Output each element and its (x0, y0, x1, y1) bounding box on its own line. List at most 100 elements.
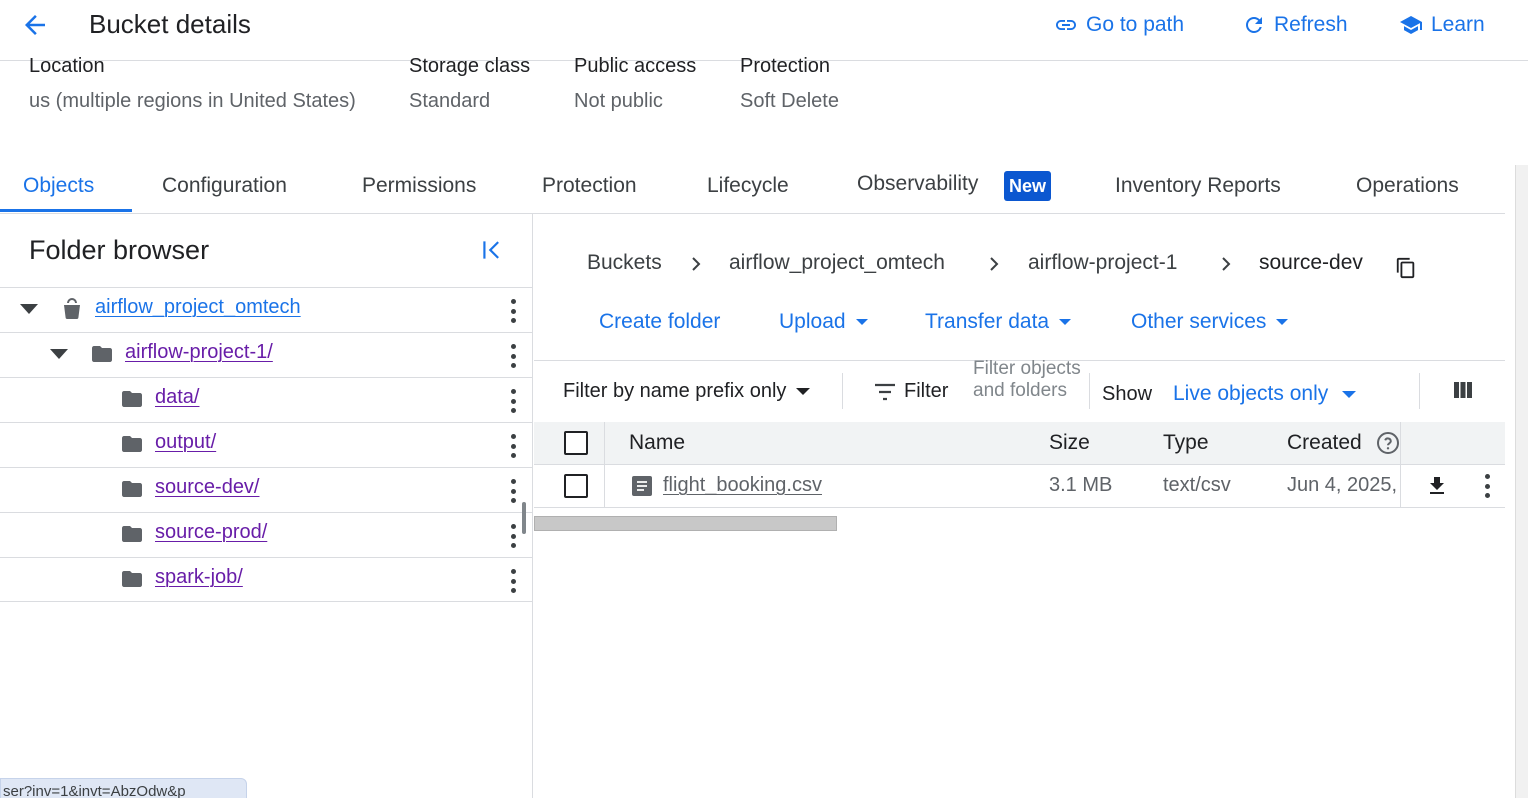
refresh-icon (1246, 17, 1262, 33)
tree-item-label[interactable]: source-prod/ (155, 521, 267, 544)
breadcrumb-buckets[interactable]: Buckets (587, 251, 662, 275)
chevron-right-icon (692, 257, 701, 271)
file-name-link[interactable]: flight_booking.csv (663, 474, 822, 497)
chevron-right-icon (990, 257, 999, 271)
show-value: Live objects only (1173, 382, 1329, 405)
tree-item-bucket[interactable]: airflow_project_omtech (0, 287, 532, 332)
tree-item-folder[interactable]: source-prod/ (0, 512, 532, 557)
tree-item-label[interactable]: spark-job/ (155, 566, 243, 589)
show-label: Show (1102, 383, 1153, 405)
divider (604, 422, 605, 465)
page-header: Bucket details Go to path Refresh Learn (0, 0, 1528, 61)
more-vert-icon[interactable] (510, 434, 516, 458)
upload-dropdown[interactable]: Upload (779, 310, 868, 334)
create-folder-label: Create folder (599, 310, 721, 333)
more-vert-icon[interactable] (1484, 474, 1490, 498)
link-url-tooltip: ser?inv=1&invt=AbzOdw&p (0, 778, 247, 798)
divider (1400, 465, 1401, 508)
school-icon (1400, 16, 1422, 34)
transfer-data-dropdown[interactable]: Transfer data (925, 310, 1072, 334)
other-services-dropdown[interactable]: Other services (1131, 310, 1289, 334)
storage-class-label: Storage class (409, 55, 531, 77)
tab-protection[interactable]: Protection (542, 174, 637, 198)
dropdown-arrow-icon (1059, 319, 1072, 325)
folder-icon (122, 526, 142, 542)
folder-browser-panel: Folder browser airflow_project_omtech ai… (0, 214, 533, 798)
file-icon (632, 476, 652, 496)
tree-item-label[interactable]: airflow_project_omtech (95, 296, 301, 319)
column-display-icon[interactable] (1453, 380, 1473, 400)
more-vert-icon[interactable] (510, 389, 516, 413)
show-objects-select[interactable]: Live objects only (1173, 382, 1357, 406)
filter-mode-label: Filter by name prefix only (563, 380, 787, 402)
tab-operations[interactable]: Operations (1356, 174, 1459, 198)
tab-bar: Objects Configuration Permissions Protec… (0, 160, 1505, 214)
tree-item-label[interactable]: source-dev/ (155, 476, 260, 499)
tree-item-label[interactable]: data/ (155, 386, 199, 409)
divider (1419, 373, 1420, 409)
panel-resize-handle[interactable] (522, 502, 526, 534)
tab-observability[interactable]: Observability (857, 172, 978, 196)
tree-item-folder[interactable]: source-dev/ (0, 467, 532, 512)
divider (1089, 373, 1090, 409)
tree-item-label[interactable]: airflow-project-1/ (125, 341, 273, 364)
divider (604, 465, 605, 508)
refresh-button[interactable]: Refresh (1242, 10, 1348, 40)
column-header-size[interactable]: Size (1049, 431, 1090, 455)
filter-icon (875, 383, 895, 401)
filter-input[interactable]: Filter objects and folders (973, 358, 1083, 424)
more-vert-icon[interactable] (510, 569, 516, 593)
download-icon[interactable] (1425, 474, 1449, 498)
chevron-right-icon (1222, 257, 1231, 271)
learn-button[interactable]: Learn (1399, 10, 1485, 40)
location-value: us (multiple regions in United States) (29, 90, 356, 112)
tab-objects[interactable]: Objects (23, 174, 94, 198)
learn-label: Learn (1431, 13, 1485, 36)
column-header-name[interactable]: Name (629, 431, 685, 455)
copy-icon[interactable] (1395, 256, 1417, 280)
create-folder-button[interactable]: Create folder (599, 310, 720, 334)
dropdown-arrow-icon (855, 319, 868, 325)
tree-item-folder[interactable]: data/ (0, 377, 532, 422)
column-header-created[interactable]: Created (1287, 431, 1362, 455)
column-header-type[interactable]: Type (1163, 431, 1209, 455)
help-icon[interactable] (1376, 431, 1400, 455)
storage-class-value: Standard (409, 90, 491, 112)
select-all-checkbox[interactable] (564, 431, 588, 455)
more-vert-icon[interactable] (510, 299, 516, 323)
more-vert-icon[interactable] (510, 344, 516, 368)
divider (842, 373, 843, 409)
caret-down-icon[interactable] (50, 349, 68, 359)
dropdown-arrow-icon (1342, 390, 1357, 398)
dropdown-arrow-icon (796, 388, 811, 395)
tree-item-folder[interactable]: spark-job/ (0, 557, 532, 602)
horizontal-scrollbar[interactable] (534, 516, 837, 531)
new-badge: New (1004, 171, 1052, 201)
upload-label: Upload (779, 310, 846, 333)
folder-icon (122, 481, 142, 497)
go-to-path-button[interactable]: Go to path (1054, 10, 1184, 40)
protection-label: Protection (740, 55, 831, 77)
more-vert-icon[interactable] (510, 524, 516, 548)
tree-item-folder[interactable]: airflow-project-1/ (0, 332, 532, 377)
row-checkbox[interactable] (564, 474, 588, 498)
transfer-data-label: Transfer data (925, 310, 1050, 333)
file-type: text/csv (1163, 474, 1231, 496)
tree-item-label[interactable]: output/ (155, 431, 216, 454)
tree-item-folder[interactable]: output/ (0, 422, 532, 467)
more-vert-icon[interactable] (510, 479, 516, 503)
folder-icon (92, 346, 112, 362)
caret-down-icon[interactable] (20, 304, 38, 314)
tab-configuration[interactable]: Configuration (162, 174, 287, 198)
tab-inventory-reports[interactable]: Inventory Reports (1115, 174, 1281, 198)
back-arrow-icon[interactable] (20, 10, 50, 40)
collapse-panel-icon[interactable] (479, 237, 505, 263)
filter-mode-select[interactable]: Filter by name prefix only (563, 380, 811, 403)
table-row[interactable]: flight_booking.csv 3.1 MB text/csv Jun 4… (534, 465, 1505, 508)
breadcrumb-current: source-dev (1259, 251, 1363, 274)
vertical-scrollbar[interactable] (1515, 165, 1528, 798)
tab-permissions[interactable]: Permissions (362, 174, 476, 198)
breadcrumb-bucket[interactable]: airflow_project_omtech (729, 251, 945, 275)
tab-lifecycle[interactable]: Lifecycle (707, 174, 789, 198)
breadcrumb-folder[interactable]: airflow-project-1 (1028, 251, 1177, 275)
